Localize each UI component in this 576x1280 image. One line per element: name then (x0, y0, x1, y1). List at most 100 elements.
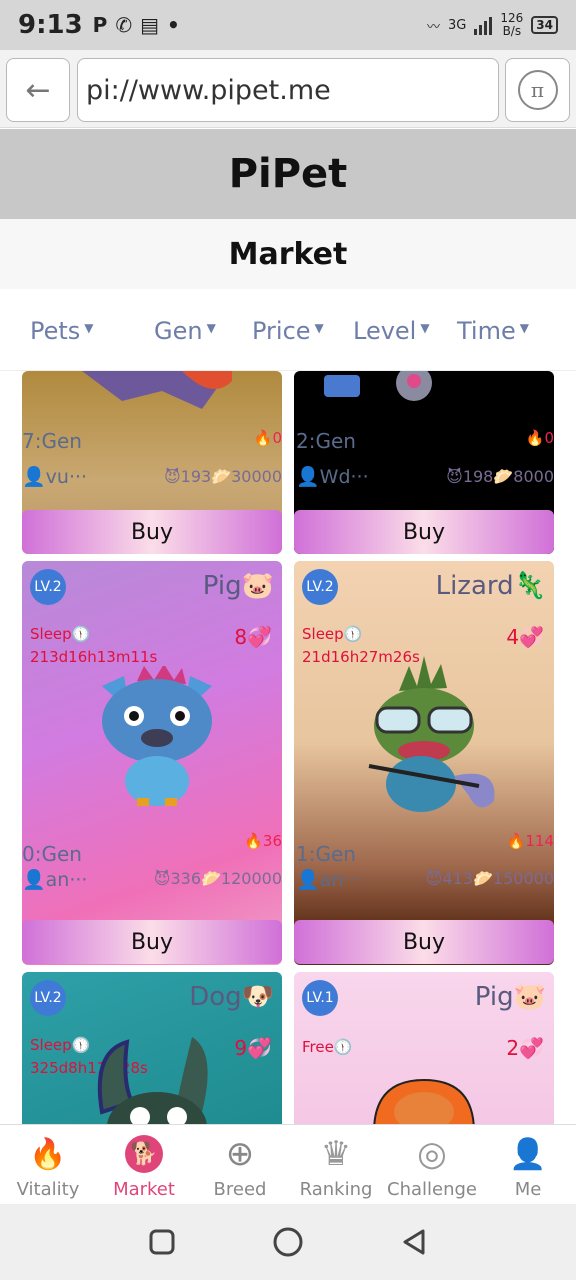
back-arrow-icon: ← (25, 72, 51, 108)
tab-vitality[interactable]: 🔥 Vitality (0, 1125, 96, 1205)
tab-breed[interactable]: ⊕ Breed (192, 1125, 288, 1205)
tab-challenge[interactable]: ◎ Challenge (384, 1125, 480, 1205)
pet-status: Sleep🕦 213d16h13m11s (30, 623, 157, 669)
tab-ranking[interactable]: ♛ Ranking (288, 1125, 384, 1205)
pet-likes: 8💞 (234, 625, 272, 649)
news-icon: ▤ (140, 13, 160, 37)
status-label: Sleep🕦 (302, 625, 363, 643)
network-label: 3G (448, 17, 467, 33)
back-nav-icon[interactable] (399, 1227, 429, 1257)
filter-gen[interactable]: Gen ▼ (154, 317, 216, 345)
tab-label: Challenge (387, 1179, 477, 1200)
pet-owner: 👤vu··· (22, 466, 88, 488)
browser-toolbar: ← pi://www.pipet.me π (0, 50, 576, 128)
home-icon[interactable] (271, 1225, 305, 1259)
tab-market[interactable]: 🐕 Market (96, 1125, 192, 1205)
pet-image (373, 1078, 475, 1124)
pet-fire-count: 🔥0 (525, 429, 554, 447)
pet-list[interactable]: 7:Gen 🔥0 👤vu··· 😈193🥟30000 Buy 2:Gen 🔥0 … (0, 371, 576, 1124)
pet-species: Dog🐶 (189, 982, 274, 1012)
pet-likes: 9💞 (234, 1036, 272, 1060)
p-icon: P (92, 13, 108, 37)
pet-price: 😈198🥟8000 (446, 467, 554, 486)
app-title: PiPet (0, 129, 576, 219)
pet-card[interactable]: LV.2 Pig🐷 Sleep🕦 213d16h13m11s 8💞 0:Gen 🔥… (22, 561, 282, 965)
dot-icon: • (167, 13, 180, 37)
filter-label: Gen (154, 317, 203, 345)
pet-owner: 👤an··· (296, 869, 362, 891)
bottom-tab-bar: 🔥 Vitality 🐕 Market ⊕ Breed ♛ Ranking ◎ … (0, 1124, 576, 1204)
buy-button[interactable]: Buy (22, 510, 282, 554)
pet-generation: 2:Gen (296, 429, 356, 453)
pet-price: 😈193🥟30000 (163, 467, 282, 486)
pet-card[interactable]: LV.2 Dog🐶 Sleep🕦 325d8h11m28s 9💞 (22, 972, 282, 1124)
tab-me[interactable]: 👤 Me (480, 1125, 576, 1205)
battery-icon: 34 (531, 16, 558, 34)
pet-likes: 4💞 (506, 625, 544, 649)
pet-fire-count: 🔥36 (244, 832, 282, 850)
pet-price: 😈413🥟150000 (425, 869, 554, 888)
filter-time[interactable]: Time ▼ (457, 317, 529, 345)
speed-value: 126 (500, 11, 524, 25)
pet-status: Free🕦 (302, 1036, 353, 1059)
pi-button[interactable]: π (505, 58, 570, 122)
whatsapp-icon: ✆ (115, 13, 133, 37)
buy-button[interactable]: Buy (294, 510, 554, 554)
back-button[interactable]: ← (6, 58, 70, 122)
status-timer: 213d16h13m11s (30, 648, 158, 666)
system-nav-bar (0, 1204, 576, 1280)
person-icon: 👤 (509, 1136, 547, 1172)
caret-down-icon: ▼ (314, 321, 324, 335)
recents-icon[interactable] (147, 1227, 177, 1257)
caret-down-icon: ▼ (420, 321, 430, 335)
pet-image (97, 1037, 208, 1124)
filter-level[interactable]: Level ▼ (353, 317, 430, 345)
buy-button[interactable]: Buy (22, 920, 282, 964)
pet-generation: 7:Gen (22, 429, 82, 453)
tab-label: Market (113, 1179, 175, 1200)
pet-fire-count: 🔥114 (506, 832, 554, 850)
tab-label: Breed (213, 1179, 267, 1200)
pet-card[interactable]: LV.2 Lizard🦎 Sleep🕦 21d16h27m26s 4💞 1:Gen… (294, 561, 554, 965)
signal-icon (474, 15, 493, 35)
pet-generation: 1:Gen (296, 842, 356, 866)
url-text: pi://www.pipet.me (86, 74, 331, 106)
pet-card[interactable]: 2:Gen 🔥0 👤Wd··· 😈198🥟8000 Buy (294, 371, 554, 554)
filter-label: Time (457, 317, 516, 345)
level-badge: LV.2 (302, 569, 338, 605)
caret-down-icon: ▼ (206, 321, 216, 335)
pet-fire-count: 🔥0 (253, 429, 282, 447)
filter-label: Price (252, 317, 311, 345)
pet-species: Pig🐷 (474, 982, 546, 1012)
caret-down-icon: ▼ (84, 321, 94, 335)
url-field[interactable]: pi://www.pipet.me (77, 58, 499, 122)
status-label: Free🕦 (302, 1038, 353, 1056)
caret-down-icon: ▼ (519, 321, 529, 335)
pet-card[interactable]: LV.1 Pig🐷 Free🕦 2💞 (294, 972, 554, 1124)
level-badge: LV.2 (30, 980, 66, 1016)
tab-label: Me (514, 1179, 542, 1200)
speed-indicator: 126 B/s (500, 12, 523, 38)
pet-species: Pig🐷 (202, 571, 274, 601)
pet-owner: 👤an··· (22, 869, 88, 891)
pet-owner: 👤Wd··· (296, 466, 369, 488)
pet-price: 😈336🥟120000 (153, 869, 282, 888)
battery-level: 34 (536, 18, 553, 32)
pet-image (368, 656, 495, 812)
pet-likes: 2💞 (506, 1036, 544, 1060)
crown-icon: ♛ (320, 1134, 352, 1174)
tab-label: Vitality (16, 1179, 80, 1200)
activity-icon: 〰 (427, 19, 441, 35)
target-icon: ◎ (417, 1134, 447, 1174)
filter-pets[interactable]: Pets ▼ (30, 317, 94, 345)
page-title: Market (0, 219, 576, 289)
pet-image (102, 666, 212, 806)
filter-price[interactable]: Price ▼ (252, 317, 324, 345)
pet-species: Lizard🦎 (435, 571, 546, 601)
pet-card[interactable]: 7:Gen 🔥0 👤vu··· 😈193🥟30000 Buy (22, 371, 282, 554)
crosshair-icon: ⊕ (225, 1134, 255, 1174)
pi-icon: π (517, 70, 558, 110)
buy-button[interactable]: Buy (294, 920, 554, 964)
status-label: Sleep🕦 (30, 625, 91, 643)
status-time: 9:13 (18, 10, 83, 40)
